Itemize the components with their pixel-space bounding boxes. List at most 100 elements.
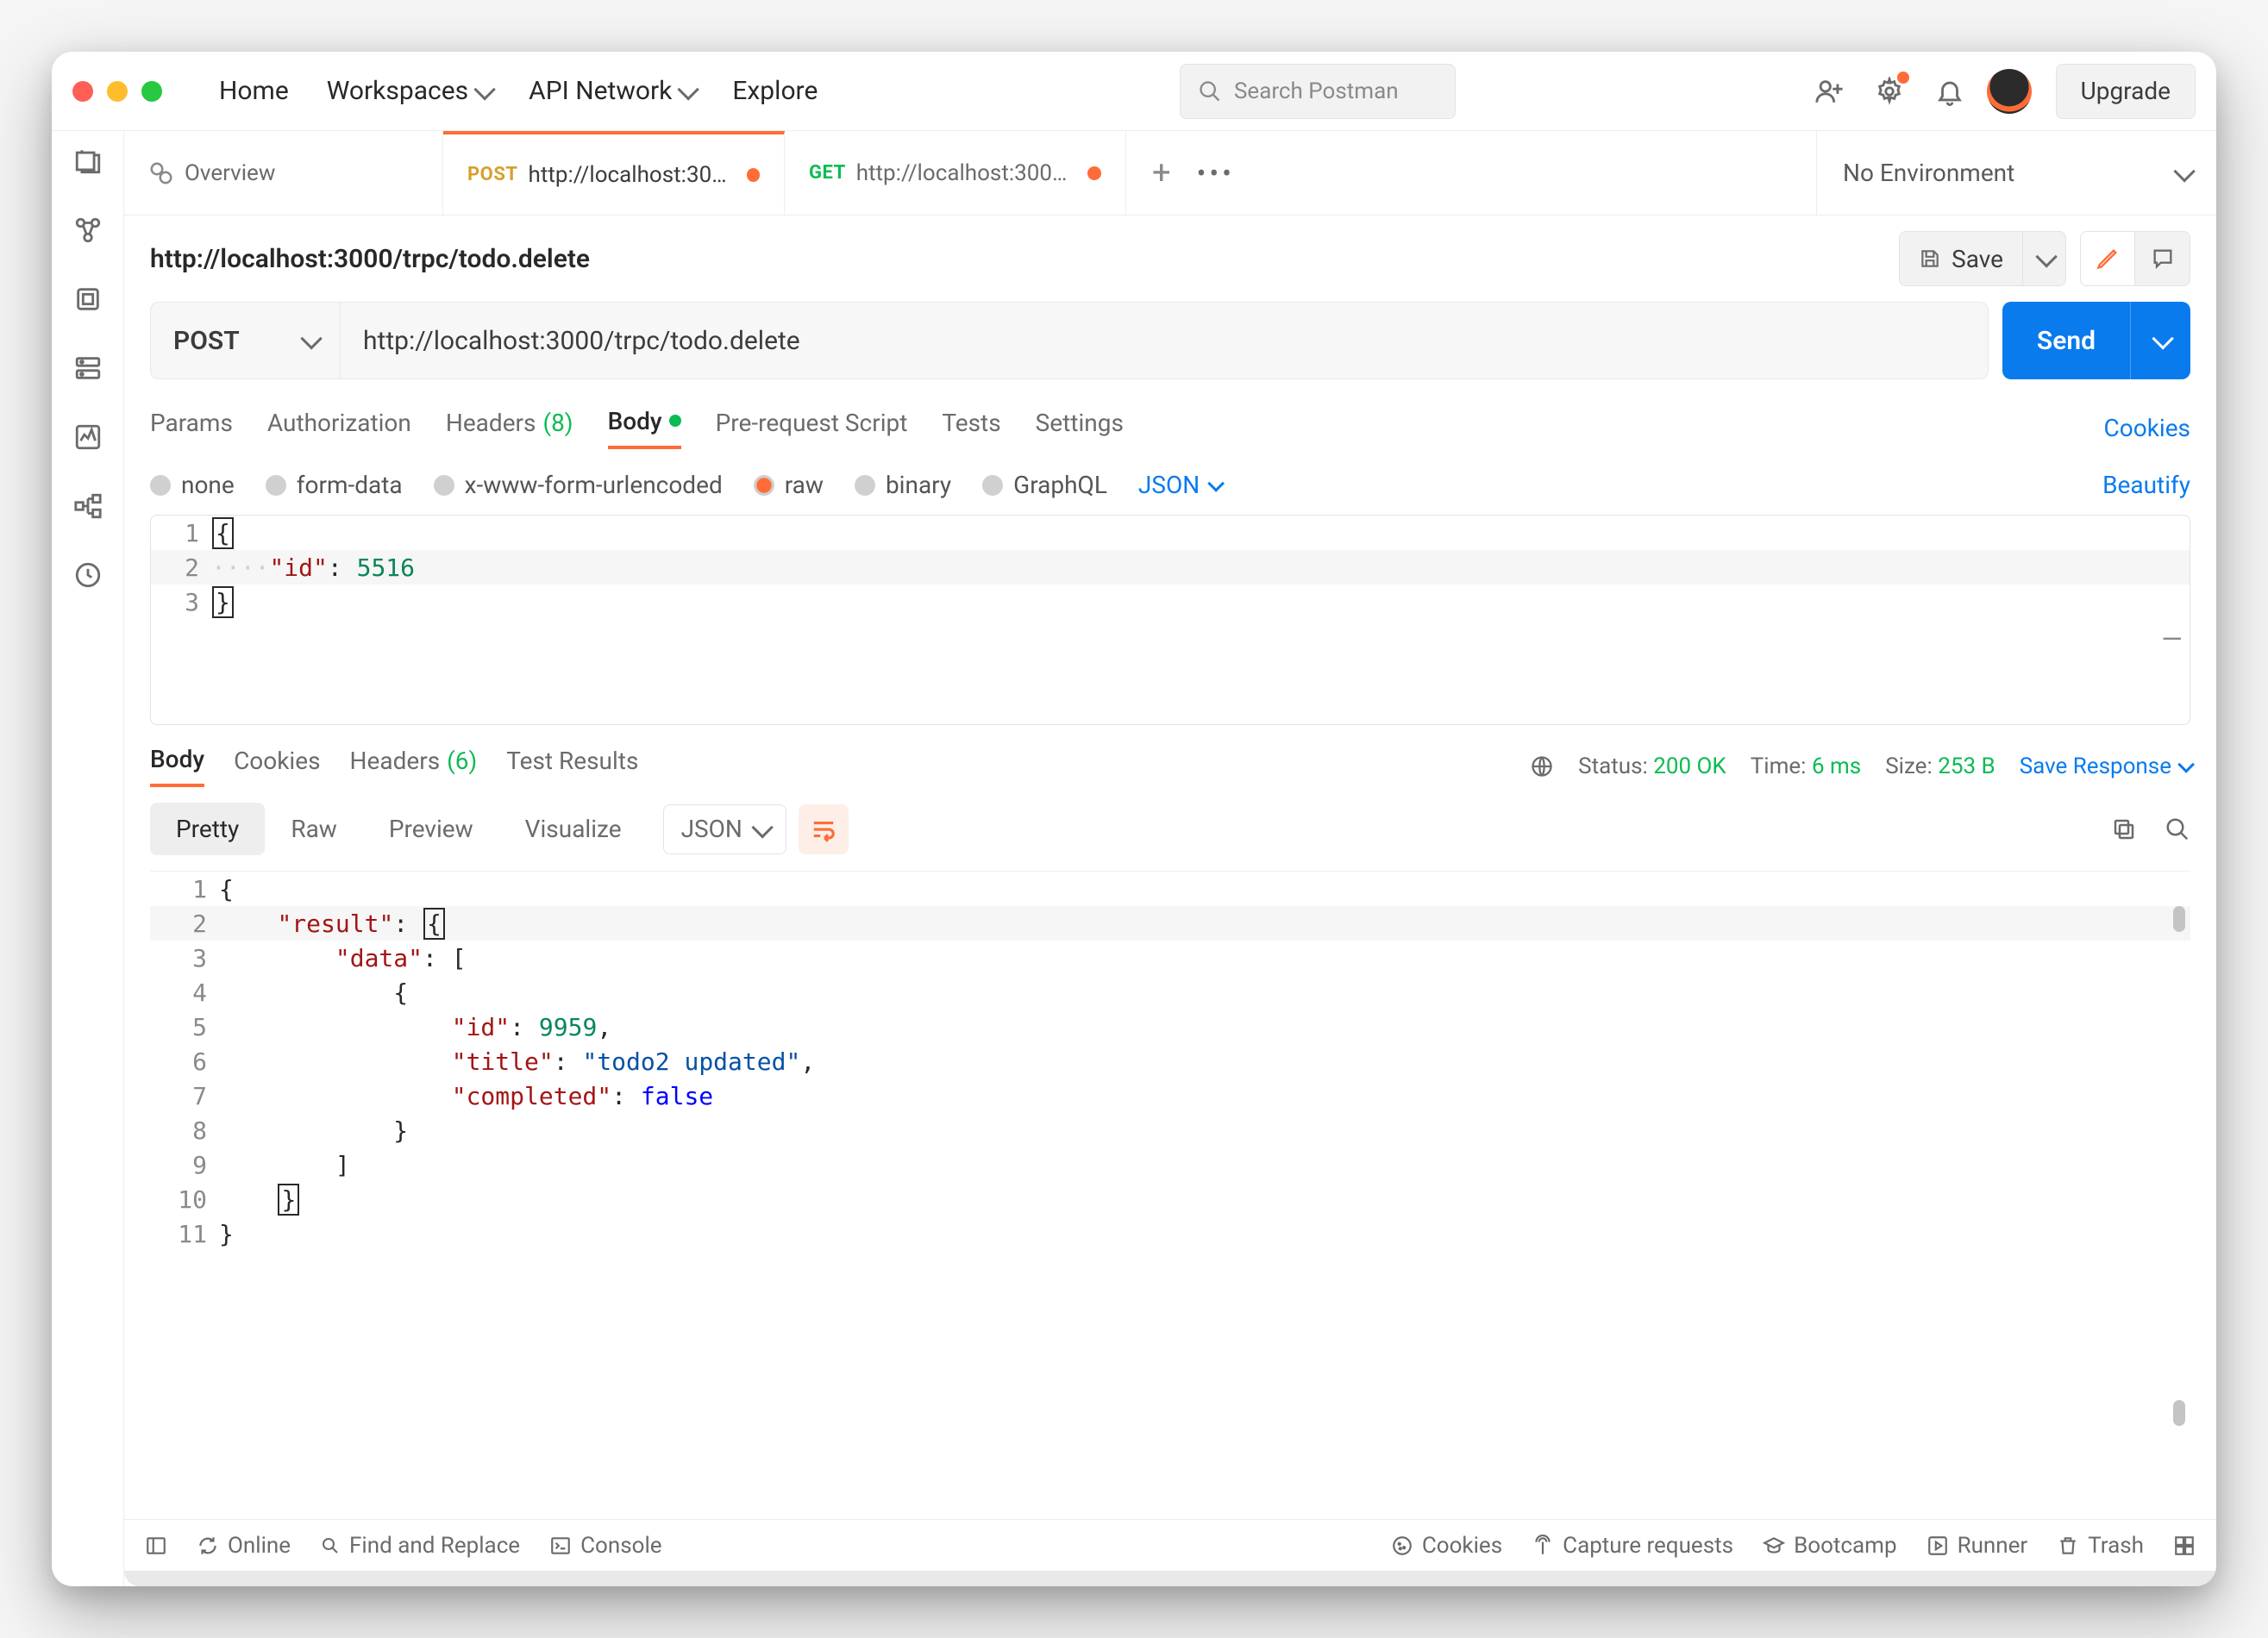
console-toggle[interactable]: Console [549, 1533, 661, 1559]
sync-icon [197, 1535, 219, 1557]
response-body-editor[interactable]: 1{ 2 "result": { 3 "data": [ 4 { 5 "id":… [150, 871, 2190, 1502]
method-selector[interactable]: POST [151, 303, 341, 378]
invite-icon [1814, 77, 1844, 106]
window-zoom-button[interactable] [141, 81, 162, 102]
response-tab-test-results[interactable]: Test Results [506, 747, 638, 785]
window-close-button[interactable] [72, 81, 93, 102]
cookie-icon [1391, 1535, 1413, 1557]
footer-trash[interactable]: Trash [2057, 1533, 2144, 1559]
beautify-link[interactable]: Beautify [2102, 471, 2190, 499]
panel-icon [145, 1535, 167, 1557]
tab-method: POST [467, 164, 518, 185]
send-dropdown[interactable] [2130, 302, 2190, 379]
settings-button[interactable] [1866, 68, 1913, 115]
body-active-dot [669, 415, 681, 427]
request-title-row: http://localhost:3000/trpc/todo.delete S… [124, 216, 2216, 302]
tab-request-2[interactable]: GET http://localhost:3000/t [785, 131, 1126, 215]
collections-icon[interactable] [73, 147, 103, 176]
send-button[interactable]: Send [2002, 302, 2190, 379]
mock-servers-icon[interactable] [73, 353, 103, 383]
radio-icon [855, 475, 875, 496]
new-tab-button[interactable]: + [1152, 154, 1171, 192]
footer-layout[interactable] [2173, 1535, 2196, 1557]
environments-icon[interactable] [73, 284, 103, 314]
play-icon [1927, 1535, 1949, 1557]
view-visualize[interactable]: Visualize [499, 803, 648, 855]
comment-button[interactable] [2135, 231, 2190, 286]
radio-icon [982, 475, 1003, 496]
environment-selector[interactable]: No Environment [1816, 131, 2216, 215]
tab-authorization[interactable]: Authorization [267, 409, 411, 447]
flows-icon[interactable] [73, 491, 103, 521]
wrap-lines-button[interactable] [799, 804, 849, 854]
search-input[interactable]: Search Postman [1180, 64, 1456, 119]
find-replace[interactable]: Find and Replace [320, 1533, 520, 1559]
body-type-raw[interactable]: raw [754, 471, 824, 499]
education-icon [1763, 1535, 1785, 1557]
scrollbar-thumb[interactable] [2173, 906, 2185, 932]
save-button[interactable]: Save [1899, 231, 2023, 286]
console-icon [549, 1535, 572, 1557]
request-body-editor[interactable]: 1{ 2····"id": 5516 3} — [150, 515, 2190, 725]
response-tab-cookies[interactable]: Cookies [234, 747, 320, 785]
body-type-form-data[interactable]: form-data [266, 471, 403, 499]
menu-home[interactable]: Home [207, 67, 301, 115]
footer-cookies[interactable]: Cookies [1391, 1533, 1502, 1559]
request-title: http://localhost:3000/trpc/todo.delete [150, 244, 590, 274]
body-type-graphql[interactable]: GraphQL [982, 471, 1107, 499]
fold-handle-icon[interactable]: — [2164, 620, 2181, 654]
scrollbar-thumb[interactable] [2173, 1400, 2185, 1426]
upgrade-button[interactable]: Upgrade [2056, 64, 2196, 119]
tab-tests[interactable]: Tests [942, 409, 1000, 447]
chevron-down-icon [2035, 246, 2057, 267]
notifications-button[interactable] [1927, 68, 1973, 115]
status-value: 200 OK [1653, 753, 1726, 779]
menu-explore[interactable]: Explore [720, 67, 830, 115]
body-type-xwww[interactable]: x-www-form-urlencoded [434, 471, 723, 499]
url-bar: POST http://localhost:3000/trpc/todo.del… [150, 302, 1989, 379]
response-tab-headers[interactable]: Headers (6) [350, 747, 478, 785]
monitors-icon[interactable] [73, 422, 103, 452]
raw-format-selector[interactable]: JSON [1138, 471, 1220, 499]
window-minimize-button[interactable] [107, 81, 128, 102]
status-online[interactable]: Online [197, 1533, 291, 1559]
tab-body[interactable]: Body [608, 407, 681, 449]
menu-api-network[interactable]: API Network [517, 67, 706, 115]
view-preview[interactable]: Preview [363, 803, 499, 855]
menu-workspaces-label: Workspaces [327, 76, 468, 106]
apis-icon[interactable] [73, 216, 103, 245]
copy-icon[interactable] [2111, 816, 2137, 842]
tab-settings[interactable]: Settings [1036, 409, 1124, 447]
history-icon[interactable] [73, 560, 103, 590]
save-dropdown[interactable] [2023, 231, 2066, 286]
response-format-selector[interactable]: JSON [663, 804, 786, 854]
sidebar-toggle[interactable] [145, 1535, 167, 1557]
edit-button[interactable] [2080, 231, 2135, 286]
globe-icon[interactable] [1530, 754, 1554, 778]
tab-params[interactable]: Params [150, 409, 233, 447]
avatar[interactable] [1987, 69, 2032, 114]
menu-workspaces[interactable]: Workspaces [315, 67, 503, 115]
save-response-button[interactable]: Save Response [2020, 753, 2190, 779]
body-type-binary[interactable]: binary [855, 471, 951, 499]
view-pretty[interactable]: Pretty [150, 803, 265, 855]
url-input[interactable]: http://localhost:3000/trpc/todo.delete [341, 326, 1988, 356]
tab-headers[interactable]: Headers (8) [446, 409, 573, 447]
pencil-icon [2096, 247, 2120, 271]
tab-request-1[interactable]: POST http://localhost:3000/ [443, 131, 785, 215]
tab-prerequest[interactable]: Pre-request Script [716, 409, 908, 447]
footer-bootcamp[interactable]: Bootcamp [1763, 1533, 1897, 1559]
search-icon[interactable] [2165, 816, 2190, 842]
body-type-none[interactable]: none [150, 471, 235, 499]
horizontal-scrollbar[interactable] [124, 1571, 2216, 1586]
footer-capture[interactable]: Capture requests [1532, 1533, 1733, 1559]
tab-options-button[interactable]: ••• [1197, 157, 1235, 190]
status-bar: Online Find and Replace Console Cookies … [124, 1519, 2216, 1571]
response-tab-body[interactable]: Body [150, 745, 204, 787]
overview-icon [148, 160, 174, 186]
tab-overview[interactable]: Overview [124, 131, 443, 215]
view-raw[interactable]: Raw [265, 803, 363, 855]
footer-runner[interactable]: Runner [1927, 1533, 2028, 1559]
invite-button[interactable] [1806, 68, 1852, 115]
cookies-link[interactable]: Cookies [2104, 414, 2190, 442]
